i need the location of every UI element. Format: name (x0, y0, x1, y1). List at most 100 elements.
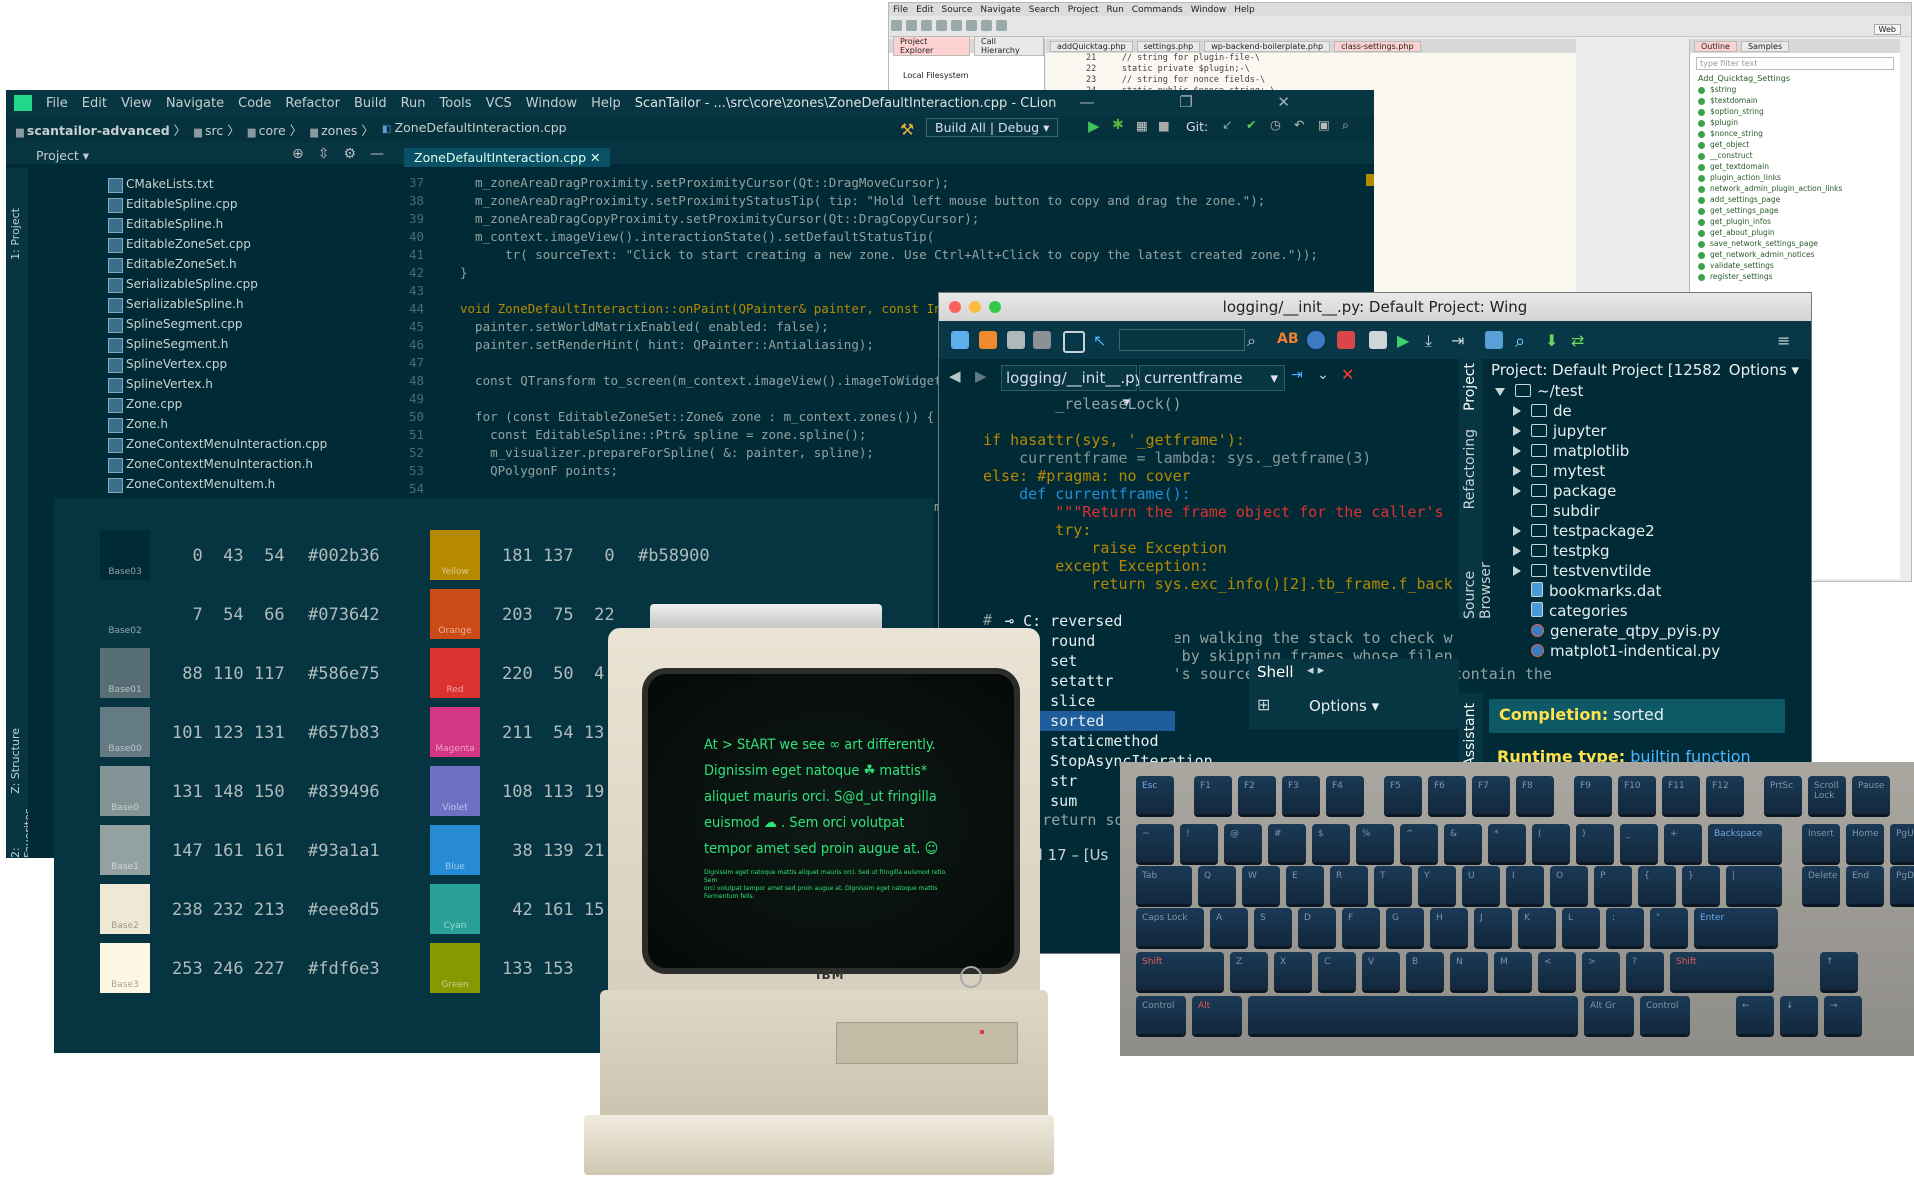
project-item[interactable]: matplotlib (1487, 441, 1811, 461)
key[interactable]: Insert (1802, 824, 1840, 862)
key[interactable]: F9 (1574, 776, 1612, 814)
key[interactable]: L (1562, 908, 1600, 946)
breadcrumb-item[interactable]: ▆ scantailor-advanced 〉 (16, 120, 186, 139)
key[interactable]: % (1356, 824, 1394, 862)
git-update-icon[interactable]: ↙ (1222, 117, 1232, 132)
clion-menu-item[interactable]: Window (526, 96, 577, 111)
clion-menu-item[interactable]: Tools (440, 96, 472, 111)
project-options-button[interactable]: Options ▾ (1729, 359, 1799, 381)
tab-assistant[interactable]: Assistant (1462, 703, 1478, 767)
key[interactable]: W (1242, 866, 1280, 904)
key[interactable]: @ (1224, 824, 1262, 862)
key[interactable] (1248, 996, 1578, 1034)
key[interactable]: U (1462, 866, 1500, 904)
print-icon[interactable] (921, 20, 932, 31)
eclipse-menu-item[interactable]: File (893, 5, 908, 15)
expand-arrow-icon[interactable] (1513, 446, 1521, 456)
key[interactable]: Y (1418, 866, 1456, 904)
key[interactable]: * (1488, 824, 1526, 862)
breadcrumb-item[interactable]: ▆ src 〉 (194, 120, 240, 139)
outline-item[interactable]: __construct (1690, 151, 1900, 162)
tree-item[interactable]: ZoneContextMenuInteraction.cpp (28, 434, 398, 454)
new-icon[interactable] (891, 20, 902, 31)
tree-item[interactable]: SplineSegment.h (28, 334, 398, 354)
key[interactable]: ? (1626, 952, 1664, 990)
project-item[interactable]: subdir (1487, 501, 1811, 521)
key[interactable]: ^ (1400, 824, 1438, 862)
project-view-select[interactable]: Project ▾ (36, 148, 89, 163)
expand-arrow-icon[interactable] (1513, 426, 1521, 436)
key[interactable]: Pause (1852, 776, 1890, 814)
key[interactable]: ~ (1136, 824, 1174, 862)
key[interactable]: Tab (1136, 866, 1192, 904)
clion-menu-item[interactable]: Refactor (285, 96, 340, 111)
document-icon[interactable] (1369, 331, 1387, 349)
key[interactable]: F10 (1618, 776, 1656, 814)
clion-menu-item[interactable]: Build (354, 96, 387, 111)
key[interactable]: F5 (1384, 776, 1422, 814)
shell-tab-arrows[interactable]: ◂ ▸ (1307, 663, 1324, 678)
key[interactable]: → (1824, 996, 1862, 1034)
outline-item[interactable]: get_object (1690, 140, 1900, 151)
clion-menu-item[interactable]: Help (591, 96, 621, 111)
save-icon[interactable] (1007, 331, 1025, 349)
key[interactable]: K (1518, 908, 1556, 946)
run-icon[interactable]: ▶ (1088, 117, 1100, 135)
tree-item[interactable]: EditableSpline.cpp (28, 194, 398, 214)
back-icon[interactable] (981, 20, 992, 31)
key[interactable]: G (1386, 908, 1424, 946)
project-tool-icons[interactable]: ⊕⇳⚙— (292, 146, 398, 162)
key[interactable]: PgDn (1890, 866, 1914, 904)
clion-menu-item[interactable]: Code (238, 96, 271, 111)
key[interactable]: Backspace (1708, 824, 1782, 862)
menu-icon[interactable]: ≡ (1777, 331, 1795, 350)
key[interactable]: F (1342, 908, 1380, 946)
key[interactable]: Home (1846, 824, 1884, 862)
hammer-icon[interactable]: ⚒ (900, 120, 914, 139)
tab-project[interactable]: Project (1462, 363, 1478, 411)
key[interactable]: Q (1198, 866, 1236, 904)
key[interactable]: P (1594, 866, 1632, 904)
tab-1-project[interactable]: 1: Project (9, 208, 22, 260)
key[interactable]: J (1474, 908, 1512, 946)
key[interactable]: { (1638, 866, 1676, 904)
sync-scope-icon[interactable]: ⇥ (1291, 367, 1303, 383)
chart-icon[interactable] (1063, 331, 1085, 353)
breadcrumb-item[interactable]: ▆ core 〉 (248, 120, 302, 139)
eclipse-menu-item[interactable]: Search (1029, 5, 1060, 15)
floppy-drive[interactable] (836, 1022, 1018, 1064)
scope-select[interactable]: currentframe ▾ (1139, 365, 1285, 391)
tab-refactoring[interactable]: Refactoring (1462, 429, 1478, 509)
close-file-icon[interactable]: ✕ (1341, 365, 1354, 384)
tab-samples[interactable]: Samples (1740, 40, 1790, 52)
zoom-icon[interactable]: ⌕ (1515, 331, 1533, 352)
key[interactable]: Enter (1694, 908, 1778, 946)
tree-item[interactable]: Zone.h (28, 414, 398, 434)
shell-options-button[interactable]: Options ▾ (1309, 697, 1379, 715)
key[interactable]: F1 (1194, 776, 1232, 814)
clion-menu-item[interactable]: VCS (486, 96, 512, 111)
key[interactable]: Control (1136, 996, 1186, 1034)
project-item[interactable]: categories (1487, 601, 1811, 621)
key[interactable]: Alt (1192, 996, 1242, 1034)
project-structure-icon[interactable]: ▣ (1318, 117, 1330, 132)
key[interactable]: " (1650, 908, 1688, 946)
outline-item[interactable]: register_settings (1690, 272, 1900, 283)
tree-item[interactable]: ZoneContextMenuInteraction.h (28, 454, 398, 474)
key[interactable]: Esc (1136, 776, 1174, 814)
eclipse-menu-item[interactable]: Commands (1132, 5, 1183, 15)
key[interactable]: | (1726, 866, 1782, 904)
eclipse-menu-item[interactable]: Run (1107, 5, 1124, 15)
tab-shell[interactable]: Shell (1257, 663, 1294, 681)
key[interactable]: Caps Lock (1136, 908, 1204, 946)
outline-filter-input[interactable]: type filter text (1696, 57, 1894, 70)
tree-item-local-filesystem[interactable]: Local Filesystem (889, 53, 1044, 80)
eclipse-menu-item[interactable]: Project (1068, 5, 1099, 15)
key[interactable]: PgUp (1890, 824, 1914, 862)
tree-item[interactable]: ZoneContextMenuItem.h (28, 474, 398, 494)
key[interactable]: F6 (1428, 776, 1466, 814)
key[interactable]: : (1606, 908, 1644, 946)
build-config-select[interactable]: Build All | Debug ▾ (926, 118, 1059, 137)
save-icon[interactable] (906, 20, 917, 31)
project-item[interactable]: package (1487, 481, 1811, 501)
